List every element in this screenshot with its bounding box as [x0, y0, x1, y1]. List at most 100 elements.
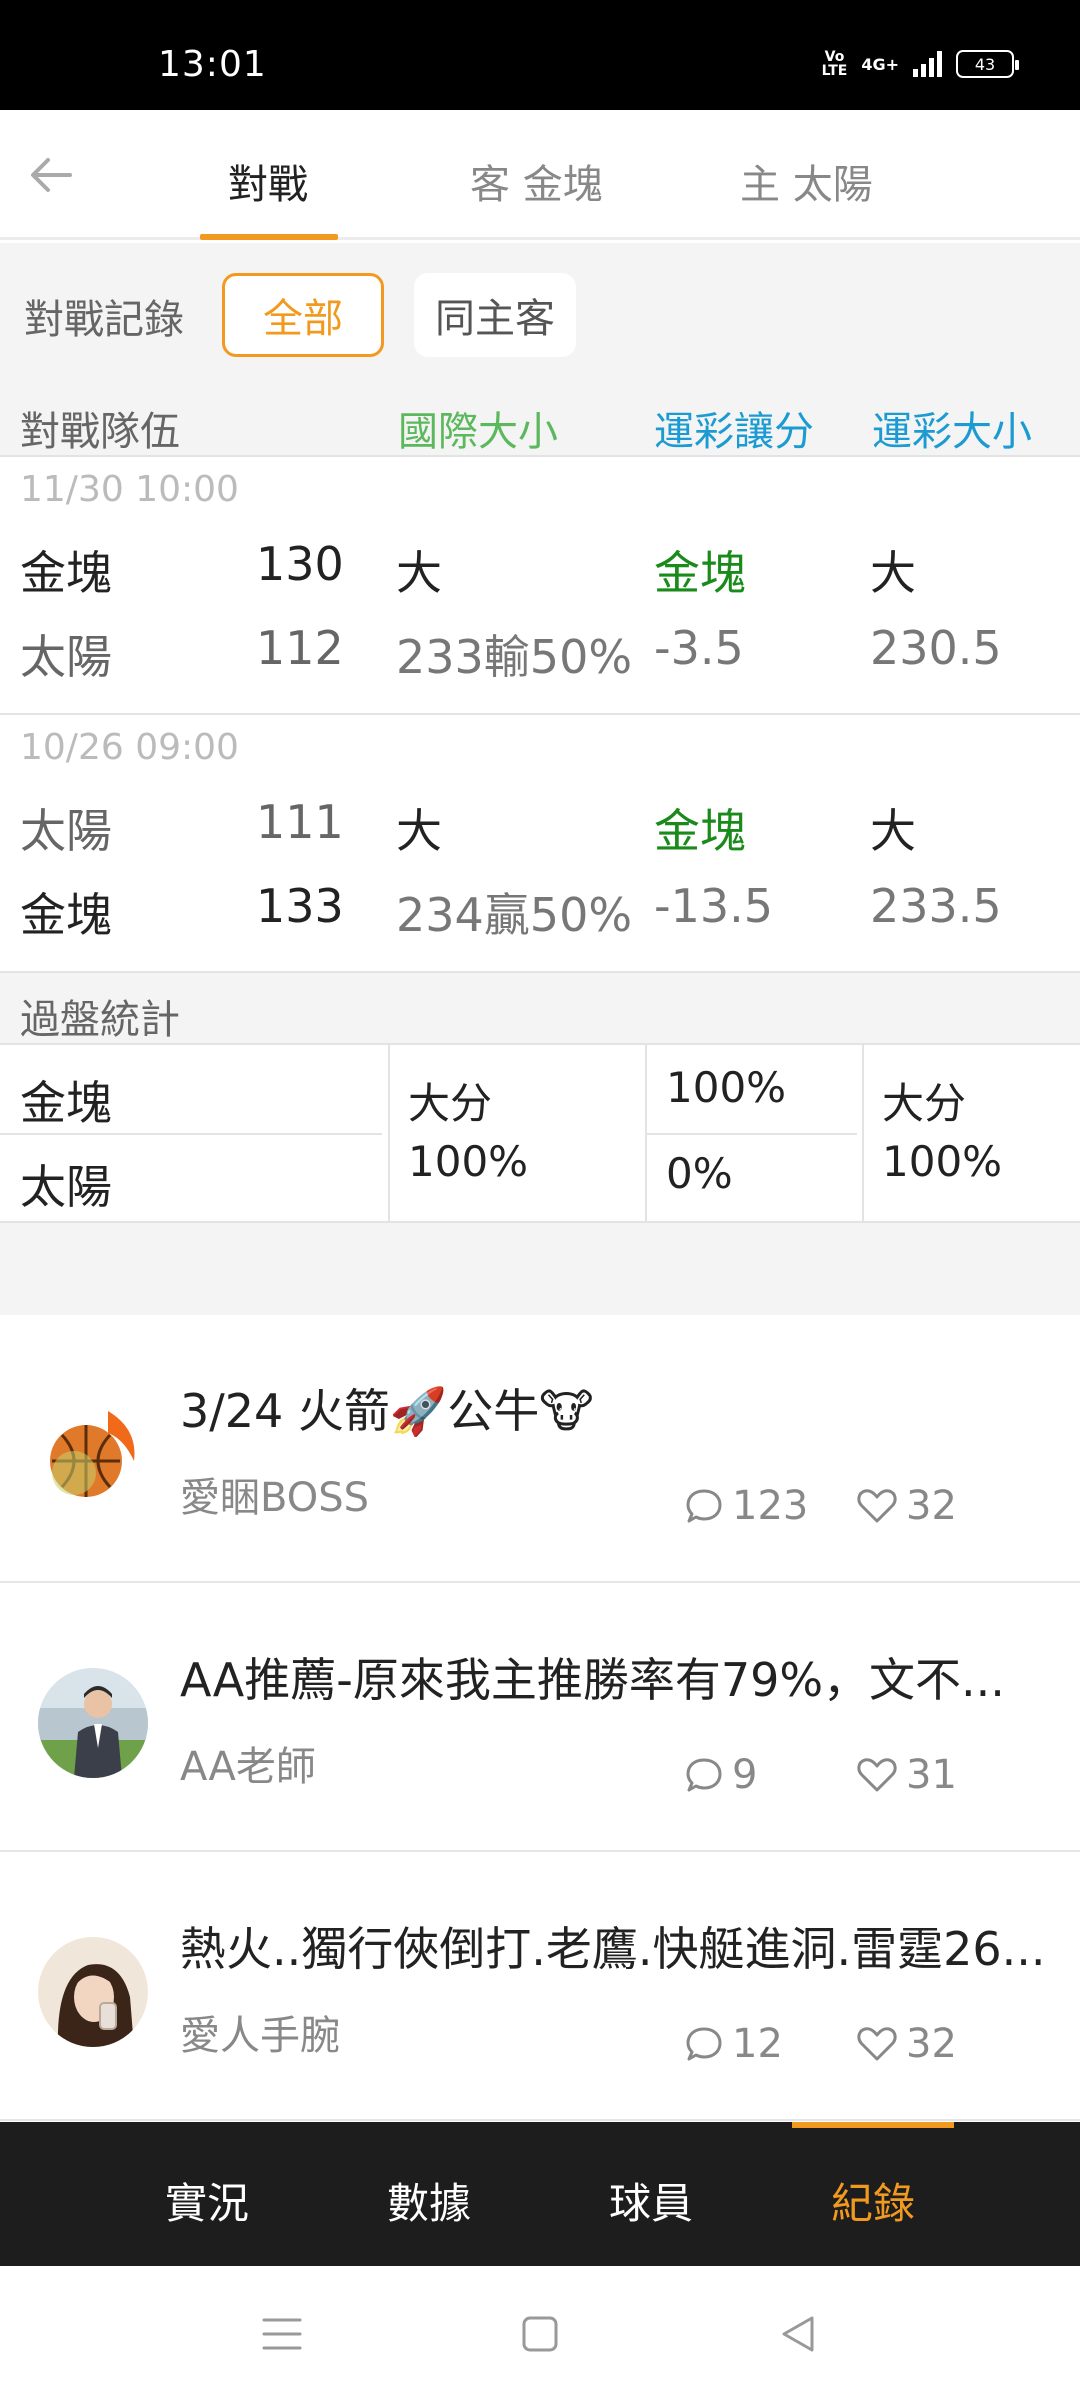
heart-icon [857, 1758, 897, 1792]
list-item[interactable]: AA推薦-原來我主推勝率有79%，文不... AA老師 9 31 [0, 1584, 1080, 1852]
avatar [38, 1668, 148, 1778]
divider [647, 1133, 857, 1135]
ou-result: 大 [870, 804, 916, 858]
header-over-under: 運彩大小 [872, 409, 1032, 455]
team-name: 太陽 [20, 804, 112, 858]
divider [388, 1045, 390, 1221]
header-teams: 對戰隊伍 [20, 409, 180, 455]
team-name: 金塊 [20, 888, 112, 942]
spread-result: 金塊 [654, 546, 746, 600]
ou-line: 233.5 [870, 879, 1002, 933]
stats-label: 過盤統計 [20, 997, 180, 1043]
team-score: 111 [256, 795, 344, 849]
comment-count[interactable]: 12 [684, 2021, 783, 2067]
spread-result: 金塊 [654, 804, 746, 858]
match-date: 11/30 10:00 [20, 469, 239, 510]
signal-icon [913, 51, 942, 77]
home-icon[interactable] [512, 2306, 568, 2362]
comment-icon [686, 1489, 722, 1523]
post-author: 愛人手腕 [180, 2013, 340, 2059]
post-author: AA老師 [180, 1744, 316, 1790]
heart-icon [857, 1489, 897, 1523]
volte-icon: Vo LTE [821, 49, 848, 79]
divider [0, 1133, 382, 1135]
list-item[interactable]: 熱火..獨行俠倒打.老鷹.快艇進洞.雷霆26... 愛人手腕 12 32 [0, 1853, 1080, 2121]
table-header: 對戰隊伍 國際大小 運彩讓分 運彩大小 [0, 385, 1080, 457]
like-count[interactable]: 31 [856, 1752, 957, 1798]
spread-line: -3.5 [654, 621, 744, 675]
back-triangle-icon[interactable] [770, 2306, 826, 2362]
tab-away-team[interactable]: 客 金塊 [470, 152, 603, 210]
nav-records[interactable]: 紀錄 [831, 2170, 915, 2231]
avatar [38, 1399, 148, 1509]
post-title: AA推薦-原來我主推勝率有79%，文不... [180, 1653, 1005, 1707]
header-spread: 運彩讓分 [654, 409, 814, 455]
filter-all-button[interactable]: 全部 [222, 273, 384, 357]
stats-spread-team1: 100% [666, 1063, 787, 1112]
status-icons: Vo LTE 4G+ 43 [821, 49, 1019, 79]
section-gap [0, 1223, 1080, 1315]
ou-result: 大 [870, 546, 916, 600]
stats-row: 金塊 太陽 大分 100% 100% 0% 大分 100% [0, 1045, 1080, 1221]
team-score: 112 [256, 621, 344, 675]
comment-count[interactable]: 123 [684, 1483, 808, 1529]
avatar [38, 1937, 148, 2047]
intl-line: 233輸50% [396, 630, 633, 684]
team-name: 金塊 [20, 546, 112, 600]
like-count-value: 32 [906, 1483, 957, 1529]
stats-spread-team2: 0% [666, 1149, 733, 1198]
arrow-left-icon[interactable] [26, 150, 76, 200]
filter-same-venue-button[interactable]: 同主客 [414, 273, 576, 357]
record-filter: 對戰記錄 全部 同主客 [0, 243, 1080, 385]
post-title: 熱火..獨行俠倒打.老鷹.快艇進洞.雷霆26... [180, 1922, 1046, 1976]
header-intl-over-under: 國際大小 [398, 409, 558, 455]
list-item[interactable]: 3/24 火箭🚀公牛🐮 愛睏BOSS 123 32 [0, 1315, 1080, 1583]
comment-icon [686, 2027, 722, 2061]
comment-count-value: 9 [732, 1752, 758, 1798]
post-title: 3/24 火箭🚀公牛🐮 [180, 1384, 594, 1438]
stats-team-name: 太陽 [20, 1160, 112, 1214]
comment-icon [686, 1758, 722, 1792]
team-score: 130 [256, 537, 344, 591]
nav-data[interactable]: 數據 [387, 2170, 471, 2231]
ou-line: 230.5 [870, 621, 1002, 675]
like-count-value: 32 [906, 2021, 957, 2067]
like-count[interactable]: 32 [856, 1483, 957, 1529]
top-tab-bar: 對戰 客 金塊 主 太陽 [0, 110, 1080, 240]
stats-intl-value: 大分 100% [408, 1079, 529, 1186]
menu-icon[interactable] [254, 2306, 310, 2362]
filter-label: 對戰記錄 [24, 297, 184, 343]
nav-live[interactable]: 實況 [165, 2170, 249, 2231]
divider [862, 1045, 864, 1221]
bottom-nav: 實況 數據 球員 紀錄 [0, 2122, 1080, 2266]
match-row[interactable]: 11/30 10:00 金塊 130 太陽 112 大 233輸50% 金塊 -… [0, 457, 1080, 715]
stats-ou-value: 大分 100% [882, 1079, 1003, 1186]
comment-count-value: 123 [732, 1483, 809, 1529]
team-name: 太陽 [20, 630, 112, 684]
team-score: 133 [256, 879, 344, 933]
active-tab-indicator [200, 234, 338, 240]
like-count-value: 31 [906, 1752, 957, 1798]
match-date: 10/26 09:00 [20, 727, 239, 768]
comment-count[interactable]: 9 [684, 1752, 757, 1798]
post-author: 愛睏BOSS [180, 1475, 370, 1521]
stats-header: 過盤統計 [0, 973, 1080, 1045]
like-count[interactable]: 32 [856, 2021, 957, 2067]
match-row[interactable]: 10/26 09:00 太陽 111 金塊 133 大 234贏50% 金塊 -… [0, 715, 1080, 973]
intl-result: 大 [396, 804, 442, 858]
status-bar: 13:01 Vo LTE 4G+ 43 [0, 0, 1080, 110]
system-nav-bar [0, 2266, 1080, 2400]
intl-result: 大 [396, 546, 442, 600]
tab-home-team[interactable]: 主 太陽 [740, 152, 873, 210]
tab-matchup[interactable]: 對戰 [228, 152, 308, 210]
network-type: 4G+ [861, 54, 899, 74]
status-time: 13:01 [158, 44, 267, 85]
comment-count-value: 12 [732, 2021, 783, 2067]
stats-team-name: 金塊 [20, 1076, 112, 1130]
intl-line: 234贏50% [396, 888, 633, 942]
spread-line: -13.5 [654, 879, 774, 933]
heart-icon [857, 2027, 897, 2061]
battery-icon: 43 [956, 50, 1019, 78]
active-nav-indicator [792, 2122, 954, 2128]
nav-players[interactable]: 球員 [609, 2170, 693, 2231]
